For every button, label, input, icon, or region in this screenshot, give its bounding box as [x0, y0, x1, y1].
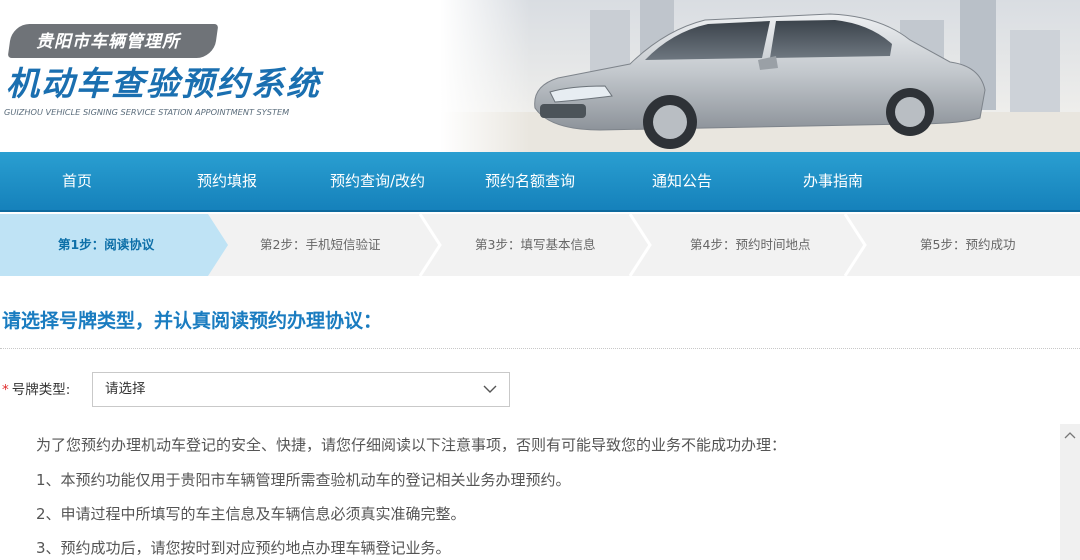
system-subtitle: GUIZHOU VEHICLE SIGNING SERVICE STATION …	[4, 107, 290, 117]
chevron-up-icon[interactable]	[1063, 430, 1077, 440]
step-3: 第3步：填写基本信息	[475, 237, 596, 252]
notice-item-3: 3、预约成功后，请您按时到对应预约地点办理车辆登记业务。	[36, 539, 451, 557]
agreement-scrollbar[interactable]	[1060, 424, 1080, 560]
step-1: 第1步：阅读协议	[58, 237, 155, 252]
plate-type-select[interactable]: 请选择	[92, 372, 510, 407]
nav-home[interactable]: 首页	[62, 152, 92, 210]
step-4: 第4步：预约时间地点	[690, 237, 811, 252]
nav-guide[interactable]: 办事指南	[803, 152, 863, 210]
system-title: 机动车查验预约系统	[6, 64, 321, 103]
nav-quota-query[interactable]: 预约名额查询	[485, 152, 575, 210]
step-5: 第5步：预约成功	[920, 237, 1016, 252]
step-progress: 第1步：阅读协议 第2步：手机短信验证 第3步：填写基本信息 第4步：预约时间地…	[0, 214, 1080, 276]
nav-appointment-query[interactable]: 预约查询/改约	[330, 152, 425, 210]
main-nav: 首页 预约填报 预约查询/改约 预约名额查询 通知公告 办事指南	[0, 152, 1080, 212]
page-heading: 请选择号牌类型，并认真阅读预约办理协议：	[2, 310, 383, 332]
nav-announcements[interactable]: 通知公告	[652, 152, 712, 210]
plate-type-label-text: 号牌类型:	[11, 382, 71, 398]
step-separator	[843, 214, 867, 276]
step-separator	[628, 214, 652, 276]
notice-intro: 为了您预约办理机动车登记的安全、快捷，请您仔细阅读以下注意事项，否则有可能导致您…	[36, 436, 787, 454]
notice-item-2: 2、申请过程中所填写的车主信息及车辆信息必须真实准确完整。	[36, 505, 466, 523]
plate-type-value: 请选择	[105, 381, 146, 397]
plate-type-label: * 号牌类型:	[2, 376, 70, 404]
header-car-banner	[440, 0, 1080, 152]
bureau-name: 贵阳市车辆管理所	[36, 32, 180, 52]
required-mark: *	[2, 382, 9, 398]
nav-appointment-fill[interactable]: 预约填报	[197, 152, 257, 210]
step-2: 第2步：手机短信验证	[260, 237, 381, 252]
notice-item-1: 1、本预约功能仅用于贵阳市车辆管理所需查验机动车的登记相关业务办理预约。	[36, 471, 571, 489]
step-separator	[418, 214, 442, 276]
site-header: 贵阳市车辆管理所 机动车查验预约系统 GUIZHOU VEHICLE SIGNI…	[0, 0, 1080, 152]
heading-divider	[0, 348, 1080, 349]
chevron-down-icon	[483, 385, 497, 393]
